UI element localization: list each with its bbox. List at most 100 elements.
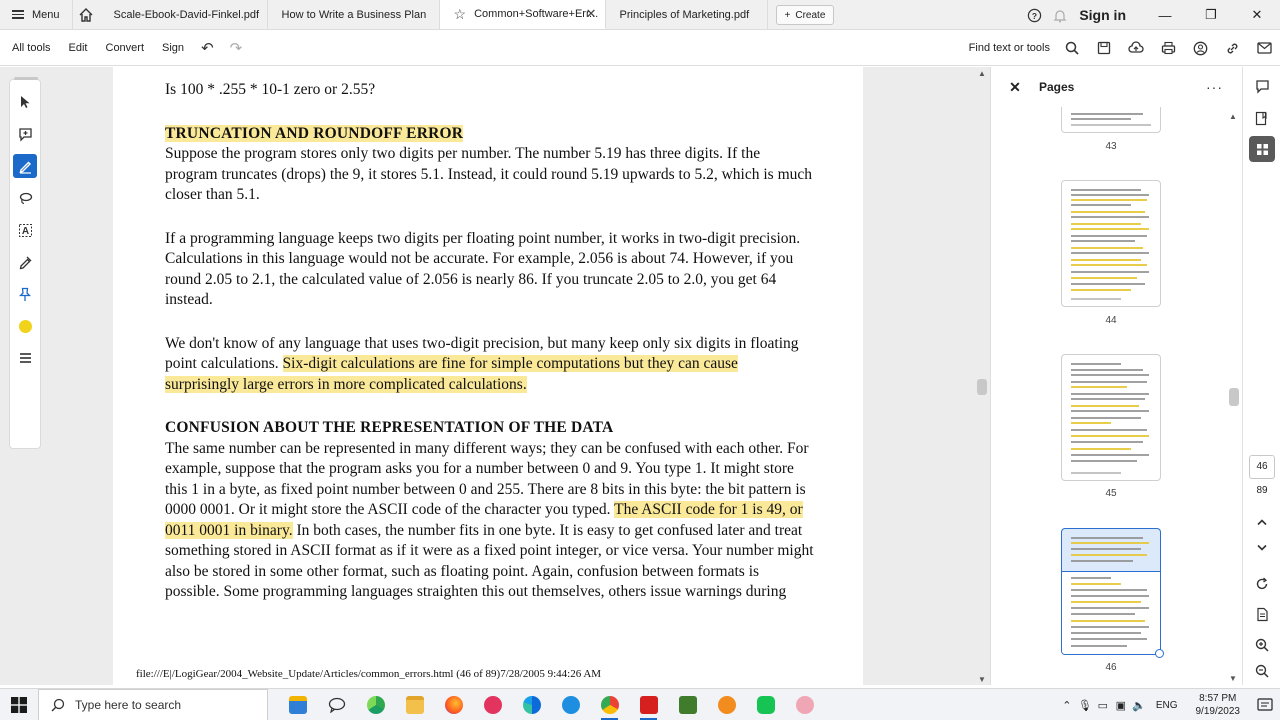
notification-icon[interactable]	[1250, 698, 1280, 712]
tab-label: Principles of Marketing.pdf	[619, 8, 750, 21]
network-icon[interactable]: ▣	[1112, 699, 1130, 712]
doc-scroll-up-icon[interactable]: ▲	[976, 68, 988, 80]
zoom-out-icon[interactable]	[1249, 658, 1275, 684]
pages-panel-title: Pages	[1039, 80, 1075, 94]
print-icon[interactable]	[1152, 30, 1184, 66]
right-rail: 46 89	[1242, 67, 1280, 685]
sign-in-button[interactable]: Sign in	[1073, 7, 1142, 23]
taskbar-chat-icon[interactable]	[317, 689, 356, 720]
tab-business-plan[interactable]: How to Write a Business Plan	[268, 0, 440, 29]
doc-scroll-down-icon[interactable]: ▼	[976, 674, 988, 686]
find-text-tools[interactable]: Find text or tools	[969, 42, 1056, 54]
page-thumbnail-selected[interactable]	[1061, 528, 1161, 655]
home-button[interactable]	[71, 0, 100, 29]
zoom-in-icon[interactable]	[1249, 632, 1275, 658]
page-extract-icon[interactable]	[1249, 601, 1275, 627]
add-comment-icon[interactable]	[13, 122, 37, 146]
taskbar-app-store-icon[interactable]	[278, 689, 317, 720]
thumbnail-resize-handle[interactable]	[1155, 649, 1164, 658]
page-thumbnail[interactable]	[1061, 180, 1161, 307]
taskbar-firefox-icon[interactable]	[434, 689, 473, 720]
text-select-icon[interactable]: A	[13, 218, 37, 242]
taskbar-chrome-green-icon[interactable]	[356, 689, 395, 720]
taskbar-acrobat-icon[interactable]	[629, 689, 668, 720]
more-tools-icon[interactable]	[13, 346, 37, 370]
clock[interactable]: 8:57 PM 9/19/2023	[1186, 692, 1251, 718]
highlighted-heading[interactable]: TRUNCATION AND ROUNDOFF ERROR	[165, 124, 464, 142]
pin-icon[interactable]	[13, 282, 37, 306]
page-thumbnail[interactable]	[1061, 107, 1161, 133]
taskbar-search-box[interactable]: Type here to search	[38, 688, 268, 720]
intro-line: Is 100 * .255 * 10-1 zero or 2.55?	[165, 81, 376, 98]
rail-grip[interactable]	[14, 77, 38, 80]
fill-sign-icon[interactable]	[13, 250, 37, 274]
bell-icon[interactable]	[1047, 0, 1073, 30]
undo-icon[interactable]: ↶	[193, 39, 222, 57]
start-button[interactable]	[0, 696, 38, 713]
color-picker-icon[interactable]	[13, 314, 37, 338]
more-options-icon[interactable]: ···	[1206, 79, 1223, 95]
show-hidden-icons-icon[interactable]: ⌃	[1058, 699, 1076, 712]
taskbar-app-red-icon[interactable]	[473, 689, 512, 720]
tab-scale-ebook[interactable]: Scale-Ebook-David-Finkel.pdf	[100, 0, 268, 29]
page-thumbnail[interactable]	[1061, 354, 1161, 481]
pages-grid-icon[interactable]	[1249, 136, 1275, 162]
current-page-input[interactable]: 46	[1249, 455, 1275, 479]
taskbar-app-pink-icon[interactable]	[785, 689, 824, 720]
taskbar-file-explorer-icon[interactable]	[395, 689, 434, 720]
share-user-icon[interactable]	[1184, 30, 1216, 66]
previous-page-icon[interactable]	[1249, 509, 1275, 535]
all-tools-button[interactable]: All tools	[0, 42, 60, 54]
highlight-pen-icon[interactable]	[13, 154, 37, 178]
quick-tools-rail: A	[9, 77, 41, 449]
bookmarks-icon[interactable]	[1249, 105, 1275, 131]
taskbar-chrome-icon[interactable]	[590, 689, 629, 720]
menu-button[interactable]: Menu	[0, 0, 72, 29]
create-button[interactable]: + Create	[775, 5, 835, 25]
cloud-upload-icon[interactable]	[1120, 30, 1152, 66]
panel-scroll-up-icon[interactable]: ▲	[1229, 112, 1237, 121]
taskbar-edge-icon[interactable]	[512, 689, 551, 720]
tab-principles-marketing[interactable]: Principles of Marketing.pdf	[606, 0, 768, 29]
taskbar-app-blue-icon[interactable]	[551, 689, 590, 720]
search-icon[interactable]	[1056, 30, 1088, 66]
taskbar-line-icon[interactable]	[746, 689, 785, 720]
close-panel-icon[interactable]: ✕	[991, 79, 1039, 96]
tab-common-software-errors[interactable]: ☆ Common+Software+Err... ✕	[439, 0, 606, 29]
microphone-icon[interactable]: 🎙	[1076, 699, 1094, 712]
minimize-icon[interactable]: —	[1142, 0, 1188, 30]
edit-button[interactable]: Edit	[60, 42, 97, 54]
volume-icon[interactable]: 🔈	[1130, 699, 1148, 712]
rotate-icon[interactable]	[1249, 571, 1275, 597]
windows-taskbar: Type here to search ⌃ 🎙 ▭ ▣ 🔈 ENG 8:57 P…	[0, 688, 1280, 720]
doc-scrollbar-thumb[interactable]	[977, 379, 987, 395]
taskbar-app-orange-icon[interactable]	[707, 689, 746, 720]
language-indicator[interactable]: ENG	[1148, 700, 1186, 711]
sign-button[interactable]: Sign	[153, 42, 193, 54]
save-icon[interactable]	[1088, 30, 1120, 66]
pdf-page: Is 100 * .255 * 10-1 zero or 2.55? TRUNC…	[165, 80, 815, 603]
next-page-icon[interactable]	[1249, 535, 1275, 561]
lasso-draw-icon[interactable]	[13, 186, 37, 210]
taskbar-app-green-icon[interactable]	[668, 689, 707, 720]
select-cursor-icon[interactable]	[13, 90, 37, 114]
page-thumbnail-number: 45	[1105, 488, 1117, 499]
redo-icon[interactable]: ↷	[222, 39, 251, 57]
star-icon[interactable]: ☆	[454, 6, 467, 23]
restore-icon[interactable]: ❐	[1188, 0, 1234, 30]
close-window-icon[interactable]: ✕	[1234, 0, 1280, 30]
help-icon[interactable]: ?	[1021, 0, 1047, 30]
email-icon[interactable]	[1248, 30, 1280, 66]
paragraph: The same number can be represented in ma…	[165, 439, 815, 603]
left-tool-area: A	[0, 67, 113, 685]
convert-button[interactable]: Convert	[97, 42, 154, 54]
comments-icon[interactable]	[1249, 73, 1275, 99]
link-icon[interactable]	[1216, 30, 1248, 66]
battery-icon[interactable]: ▭	[1094, 699, 1112, 712]
window-controls: ? Sign in — ❐ ✕	[1021, 0, 1280, 30]
panel-scrollbar-thumb[interactable]	[1229, 388, 1239, 406]
clock-date: 9/19/2023	[1195, 706, 1241, 717]
panel-scroll-down-icon[interactable]: ▼	[1229, 674, 1237, 683]
pages-panel-header: ✕ Pages ···	[991, 67, 1243, 107]
close-tab-icon[interactable]: ✕	[586, 6, 597, 22]
